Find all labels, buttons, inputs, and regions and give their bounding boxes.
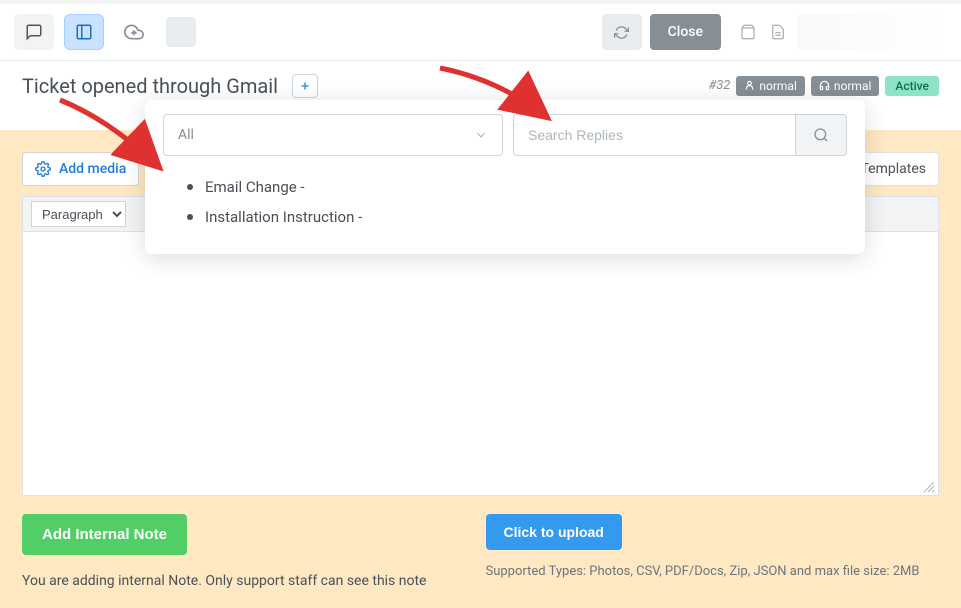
- sidebar-toggle-icon[interactable]: [64, 14, 104, 50]
- bullet-icon: [187, 214, 193, 220]
- top-toolbar: Close: [0, 4, 961, 60]
- chevron-down-icon: [474, 128, 488, 142]
- click-to-upload-button[interactable]: Click to upload: [486, 514, 622, 550]
- template-item[interactable]: Email Change -: [187, 172, 847, 202]
- templates-dropdown-panel: All Email Change - Installation Instruct…: [145, 100, 865, 254]
- resize-handle-icon[interactable]: [923, 481, 935, 493]
- toolbar-fade: [797, 14, 947, 50]
- status-badge[interactable]: Active: [885, 76, 939, 96]
- page-title: Ticket opened through Gmail: [22, 74, 278, 98]
- avatar[interactable]: [166, 17, 196, 47]
- priority-badge[interactable]: normal: [736, 76, 805, 96]
- search-button[interactable]: [795, 114, 847, 156]
- note-hint-text: You are adding internal Note. Only suppo…: [22, 573, 476, 589]
- template-item-label: Email Change -: [205, 178, 305, 196]
- add-media-label: Add media: [59, 161, 126, 177]
- bullet-icon: [187, 184, 193, 190]
- templates-filter-select[interactable]: All: [163, 114, 503, 156]
- assignee-badge[interactable]: normal: [811, 76, 880, 96]
- template-item-label: Installation Instruction -: [205, 208, 362, 226]
- chat-icon[interactable]: [14, 14, 54, 50]
- close-label: Close: [668, 24, 703, 40]
- search-icon: [813, 127, 829, 143]
- editor-textarea[interactable]: [22, 232, 939, 496]
- close-button[interactable]: Close: [650, 14, 721, 50]
- upload-hint-text: Supported Types: Photos, CSV, PDF/Docs, …: [486, 564, 940, 579]
- filter-label: All: [178, 127, 194, 143]
- document-icon[interactable]: [765, 19, 791, 45]
- add-media-button[interactable]: Add media: [22, 152, 139, 186]
- ticket-number: #32: [708, 78, 730, 93]
- add-ticket-button[interactable]: [292, 74, 318, 98]
- paragraph-select[interactable]: Paragraph: [31, 201, 126, 227]
- template-item[interactable]: Installation Instruction -: [187, 202, 847, 232]
- refresh-button[interactable]: [602, 14, 642, 50]
- search-replies-input[interactable]: [513, 114, 795, 156]
- cloud-sync-icon[interactable]: [114, 14, 154, 50]
- lock-icon[interactable]: [735, 19, 761, 45]
- add-internal-note-button[interactable]: Add Internal Note: [22, 514, 187, 555]
